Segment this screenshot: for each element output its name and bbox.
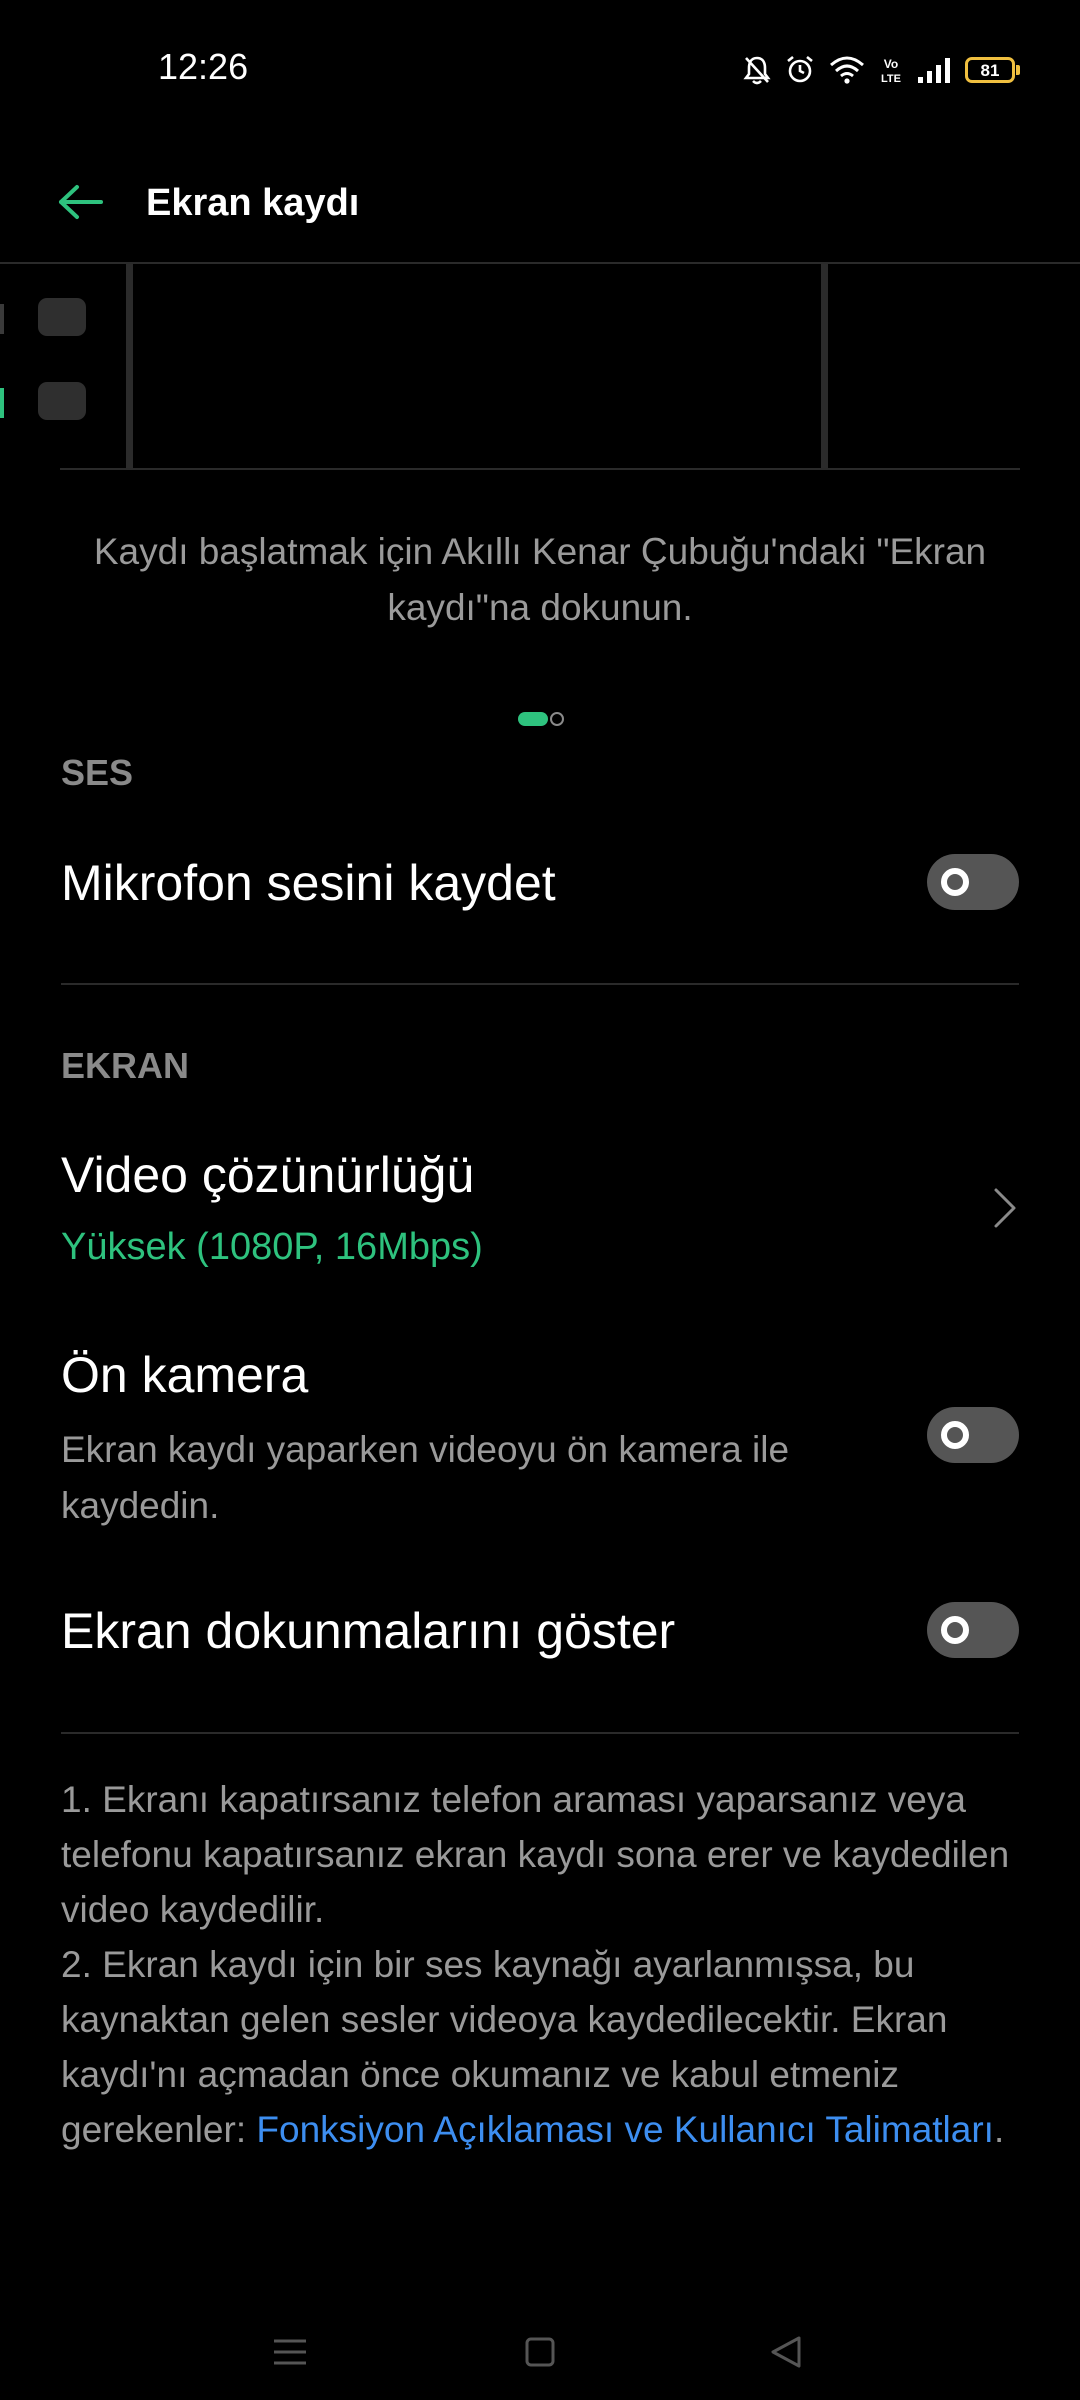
back-button[interactable]: [50, 174, 110, 230]
note-1: 1. Ekranı kapatırsanız telefon araması y…: [61, 1779, 1010, 1930]
section-header-audio: SES: [61, 752, 134, 793]
terms-link[interactable]: Fonksiyon Açıklaması ve Kullanıcı Talima…: [256, 2109, 994, 2150]
section-header-screen: EKRAN: [61, 1045, 190, 1086]
menu-nav-button[interactable]: [266, 2328, 314, 2376]
bell-off-icon: [743, 55, 771, 85]
video-resolution-label: Video çözünürlüğü: [61, 1147, 475, 1203]
show-touches-label: Ekran dokunmalarını göster: [61, 1603, 676, 1659]
video-resolution-value: Yüksek (1080P, 16Mbps): [61, 1226, 483, 1268]
page-indicator-dot: [550, 712, 564, 726]
back-triangle-icon: [771, 2336, 801, 2368]
sidebar-tool-icon: [38, 298, 86, 336]
battery-icon: 81: [965, 57, 1020, 83]
volte-icon: Vo LTE: [879, 55, 903, 85]
sidebar-edge-indicator-active: [0, 388, 4, 418]
battery-level: 81: [965, 57, 1015, 83]
front-camera-label: Ön kamera: [61, 1347, 309, 1403]
sidebar-edge-indicator: [0, 304, 4, 334]
wifi-icon: [829, 55, 865, 85]
preview-divider: [60, 468, 1020, 470]
page-title: Ekran kaydı: [146, 182, 360, 224]
chevron-right-icon: [994, 1188, 1016, 1228]
home-square-icon: [525, 2337, 555, 2367]
page-indicator-active: [518, 712, 548, 726]
back-nav-button[interactable]: [762, 2328, 810, 2376]
section-divider: [61, 983, 1019, 985]
front-camera-toggle[interactable]: [927, 1407, 1019, 1463]
note-2: 2. Ekran kaydı için bir ses kaynağı ayar…: [61, 1937, 1021, 2157]
app-header: Ekran kaydı: [0, 140, 1080, 264]
preview-illustration[interactable]: [0, 264, 1080, 470]
page-indicator: [518, 712, 564, 726]
sidebar-tool-icon: [38, 382, 86, 420]
preview-caption: Kaydı başlatmak için Akıllı Kenar Çubuğu…: [93, 531, 987, 628]
screen-recording-settings-page: 12:26 Vo LTE 81 Ekran kaydı Kaydı başlat…: [0, 0, 1080, 2400]
note-2-tail: .: [993, 2109, 1005, 2150]
svg-text:LTE: LTE: [881, 73, 901, 85]
home-nav-button[interactable]: [516, 2328, 564, 2376]
show-touches-toggle[interactable]: [927, 1602, 1019, 1658]
arrow-left-icon: [59, 185, 103, 219]
mic-record-toggle[interactable]: [927, 854, 1019, 910]
status-icons: Vo LTE 81: [743, 50, 1020, 90]
front-camera-description: Ekran kaydı yaparken videoyu ön kamera i…: [61, 1429, 790, 1526]
mic-record-label: Mikrofon sesini kaydet: [61, 855, 556, 911]
signal-icon: [917, 56, 951, 84]
notes-text: 1. Ekranı kapatırsanız telefon araması y…: [61, 1772, 1021, 2157]
status-bar: 12:26 Vo LTE 81: [0, 0, 1080, 140]
section-divider: [61, 1732, 1019, 1734]
status-time: 12:26: [158, 46, 249, 87]
svg-text:Vo: Vo: [884, 57, 898, 71]
phone-preview-frame: [126, 264, 828, 470]
alarm-icon: [785, 55, 815, 85]
navigation-bar: [0, 2300, 1080, 2400]
menu-icon: [274, 2339, 306, 2365]
